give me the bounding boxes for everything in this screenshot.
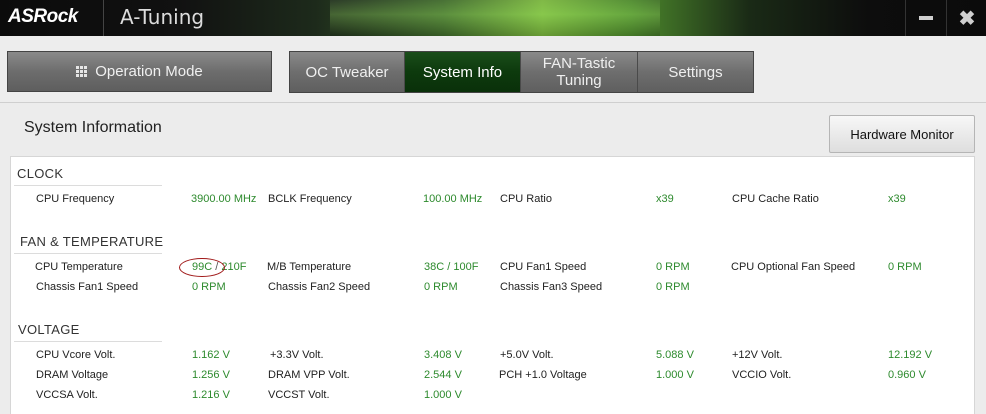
cpu-frequency-label: CPU Frequency <box>36 193 115 205</box>
fan-temp-rule <box>14 253 162 254</box>
mb-temperature-value: 38C / 100F <box>424 261 479 273</box>
cpu-temp-fahrenheit: 210F <box>221 261 247 273</box>
tab-label: System Info <box>422 63 503 81</box>
vccio-value: 0.960 V <box>888 369 926 381</box>
cpu-ratio-label: CPU Ratio <box>500 193 552 205</box>
minimize-icon <box>919 16 933 20</box>
annotation-circle <box>179 258 225 277</box>
cpu-fan1-speed-label: CPU Fan1 Speed <box>500 261 587 273</box>
vccst-label: VCCST Volt. <box>268 389 330 401</box>
close-icon: ✖ <box>958 7 976 30</box>
plus-5v-label: +5.0V Volt. <box>500 349 554 361</box>
vccst-value: 1.000 V <box>424 389 462 401</box>
operation-mode-button[interactable]: Operation Mode <box>7 51 272 92</box>
page-title: System Information <box>24 119 162 136</box>
asrock-logo: ASRock <box>8 6 78 27</box>
dram-voltage-label: DRAM Voltage <box>36 369 109 381</box>
vccsa-label: VCCSA Volt. <box>36 389 98 401</box>
cpu-optional-fan-speed-label: CPU Optional Fan Speed <box>731 261 856 273</box>
vccsa-value: 1.216 V <box>192 389 230 401</box>
hardware-monitor-button[interactable]: Hardware Monitor <box>829 115 975 153</box>
app-title: A-Tuning <box>120 5 205 29</box>
tab-oc-tweaker[interactable]: OC Tweaker <box>290 52 405 92</box>
bclk-frequency-value: 100.00 MHz <box>423 193 483 205</box>
cpu-optional-fan-speed-value: 0 RPM <box>888 261 922 273</box>
fan-temp-group-title: FAN & TEMPERATURE <box>20 234 164 249</box>
voltage-group-title: VOLTAGE <box>18 322 80 337</box>
vccio-label: VCCIO Volt. <box>732 369 792 381</box>
dram-voltage-value: 1.256 V <box>192 369 230 381</box>
cpu-vcore-value: 1.162 V <box>192 349 230 361</box>
mb-temperature-label: M/B Temperature <box>267 261 352 273</box>
tab-system-info[interactable]: System Info <box>405 52 521 92</box>
dram-vpp-value: 2.544 V <box>424 369 462 381</box>
plus-12v-label: +12V Volt. <box>732 349 783 361</box>
title-bar: ASRock A-Tuning ✖ <box>0 0 986 36</box>
main-tabs: OC Tweaker System Info FAN-Tastic Tuning… <box>289 51 754 93</box>
tab-label: OC Tweaker <box>305 63 389 81</box>
tab-settings[interactable]: Settings <box>638 52 753 92</box>
tab-label: FAN-Tastic Tuning <box>542 55 616 89</box>
chassis-fan1-speed-value: 0 RPM <box>192 281 226 293</box>
operation-mode-label: Operation Mode <box>95 63 203 80</box>
clock-group-title: CLOCK <box>17 166 64 181</box>
tab-fan-tastic-tuning[interactable]: FAN-Tastic Tuning <box>521 52 638 92</box>
title-separator <box>103 0 104 36</box>
bclk-frequency-label: BCLK Frequency <box>268 193 352 205</box>
plus-3v3-label: +3.3V Volt. <box>270 349 324 361</box>
chassis-fan2-speed-value: 0 RPM <box>424 281 458 293</box>
cpu-cache-ratio-value: x39 <box>888 193 906 205</box>
grid-icon <box>76 66 88 77</box>
tab-label: Settings <box>668 63 723 81</box>
title-bar-glow <box>330 0 660 36</box>
cpu-cache-ratio-label: CPU Cache Ratio <box>732 193 819 205</box>
cpu-temperature-label: CPU Temperature <box>35 261 123 273</box>
cpu-vcore-label: CPU Vcore Volt. <box>36 349 116 361</box>
plus-5v-value: 5.088 V <box>656 349 694 361</box>
voltage-rule <box>14 341 162 342</box>
dram-vpp-label: DRAM VPP Volt. <box>268 369 350 381</box>
close-button[interactable]: ✖ <box>946 0 986 36</box>
cpu-frequency-value: 3900.00 MHz <box>191 193 257 205</box>
plus-12v-value: 12.192 V <box>888 349 933 361</box>
chassis-fan1-speed-label: Chassis Fan1 Speed <box>36 281 139 293</box>
clock-rule <box>14 185 162 186</box>
chassis-fan3-speed-value: 0 RPM <box>656 281 690 293</box>
system-info-panel <box>10 156 975 414</box>
plus-3v3-value: 3.408 V <box>424 349 462 361</box>
minimize-button[interactable] <box>905 0 946 36</box>
chassis-fan3-speed-label: Chassis Fan3 Speed <box>500 281 603 293</box>
pch-1v0-label: PCH +1.0 Voltage <box>499 369 587 381</box>
pch-1v0-value: 1.000 V <box>656 369 694 381</box>
chassis-fan2-speed-label: Chassis Fan2 Speed <box>268 281 371 293</box>
cpu-ratio-value: x39 <box>656 193 674 205</box>
cpu-fan1-speed-value: 0 RPM <box>656 261 690 273</box>
